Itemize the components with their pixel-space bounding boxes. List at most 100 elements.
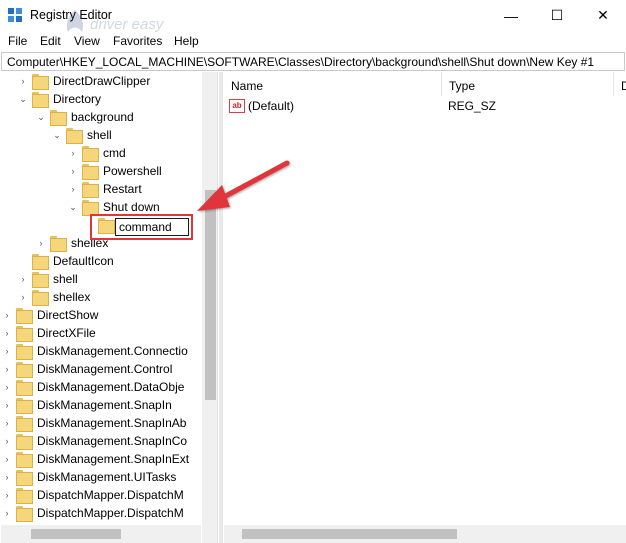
annotation-highlight-box	[90, 214, 193, 240]
tree-item[interactable]: › cmd	[1, 144, 201, 162]
folder-icon	[32, 254, 49, 270]
expand-chevron-icon[interactable]: ›	[2, 309, 12, 321]
collapse-chevron-icon[interactable]: ⌄	[36, 111, 46, 123]
expand-chevron-icon[interactable]: ›	[2, 417, 12, 429]
expand-chevron-icon[interactable]: ›	[18, 75, 28, 87]
tree-item[interactable]: › DispatchMapper.DispatchM	[1, 486, 201, 504]
tree-item[interactable]: › DiskManagement.Connectio	[1, 342, 201, 360]
menu-help[interactable]: Help	[174, 34, 199, 48]
folder-icon	[16, 326, 33, 342]
tree-item[interactable]: › DiskManagement.SnapInAb	[1, 414, 201, 432]
expand-chevron-icon[interactable]: ›	[2, 363, 12, 375]
maximize-button[interactable]: ☐	[534, 0, 580, 31]
folder-icon	[82, 164, 99, 180]
no-expander	[18, 255, 28, 267]
folder-icon	[16, 434, 33, 450]
tree-hscroll-thumb[interactable]	[31, 529, 121, 539]
tree-item[interactable]: › Powershell	[1, 162, 201, 180]
tree-item[interactable]: › DiskManagement.Control	[1, 360, 201, 378]
tree-item[interactable]: › DirectDrawClipper	[1, 72, 201, 90]
menu-file[interactable]: File	[8, 34, 27, 48]
address-bar[interactable]: Computer\HKEY_LOCAL_MACHINE\SOFTWARE\Cla…	[1, 52, 625, 71]
tree-item-label: DiskManagement.DataObje	[37, 380, 185, 394]
column-header-name[interactable]: Name	[224, 72, 442, 96]
folder-icon	[50, 110, 67, 126]
folder-icon	[16, 416, 33, 432]
folder-icon	[50, 236, 67, 252]
tree-item[interactable]: ⌄ shell	[1, 126, 201, 144]
folder-icon	[32, 290, 49, 306]
tree-item[interactable]: › DispatchMapper.DispatchM	[1, 504, 201, 522]
tree-item[interactable]: › DiskManagement.SnapInExt	[1, 450, 201, 468]
folder-icon	[16, 380, 33, 396]
expand-chevron-icon[interactable]: ›	[68, 165, 78, 177]
tree-item-label: Directory	[53, 92, 102, 106]
tree-item[interactable]: › DirectXFile	[1, 324, 201, 342]
expand-chevron-icon[interactable]: ›	[2, 507, 12, 519]
values-horizontal-scrollbar[interactable]	[224, 525, 626, 543]
collapse-chevron-icon[interactable]: ⌄	[18, 93, 28, 105]
folder-icon	[16, 470, 33, 486]
expand-chevron-icon[interactable]: ›	[2, 381, 12, 393]
tree-item[interactable]: › DiskManagement.SnapIn	[1, 396, 201, 414]
minimize-button[interactable]: —	[488, 0, 534, 31]
expand-chevron-icon[interactable]: ›	[2, 471, 12, 483]
expand-chevron-icon[interactable]: ›	[2, 327, 12, 339]
folder-icon	[66, 128, 83, 144]
tree-horizontal-scrollbar[interactable]	[1, 525, 201, 543]
tree-item-label: Shut down	[103, 200, 160, 214]
expand-chevron-icon[interactable]: ›	[18, 291, 28, 303]
expand-chevron-icon[interactable]: ›	[68, 183, 78, 195]
expand-chevron-icon[interactable]: ›	[2, 399, 12, 411]
value-row[interactable]: ab (Default) REG_SZ	[224, 97, 624, 115]
expand-chevron-icon[interactable]: ›	[2, 453, 12, 465]
tree-item-label: DirectDrawClipper	[53, 74, 151, 88]
tree-item-label: Restart	[103, 182, 142, 196]
column-header-type[interactable]: Type	[442, 72, 614, 96]
collapse-chevron-icon[interactable]: ⌄	[52, 129, 62, 141]
column-header-data[interactable]: D	[614, 72, 626, 96]
values-hscroll-thumb[interactable]	[242, 529, 457, 539]
menu-favorites[interactable]: Favorites	[113, 34, 162, 48]
tree-item[interactable]: ⌄ background	[1, 108, 201, 126]
tree-item[interactable]: › DiskManagement.DataObje	[1, 378, 201, 396]
tree-item-label: DiskManagement.SnapInAb	[37, 416, 187, 430]
tree-vscroll-thumb[interactable]	[205, 190, 216, 400]
folder-icon	[32, 92, 49, 108]
expand-chevron-icon[interactable]: ›	[2, 489, 12, 501]
folder-icon	[16, 452, 33, 468]
tree-item[interactable]: › DirectShow	[1, 306, 201, 324]
folder-icon	[16, 362, 33, 378]
string-value-icon: ab	[229, 99, 245, 113]
tree-item[interactable]: › shell	[1, 270, 201, 288]
tree-item-label: DispatchMapper.DispatchM	[37, 506, 184, 520]
tree-item[interactable]: ⌄ Directory	[1, 90, 201, 108]
tree-item-label: DiskManagement.UITasks	[37, 470, 177, 484]
tree-item-label: background	[71, 110, 134, 124]
folder-icon	[16, 398, 33, 414]
tree-item[interactable]: › shellex	[1, 288, 201, 306]
key-tree-pane[interactable]: › DirectDrawClipper ⌄ Directory ⌄ background ⌄…	[1, 72, 218, 543]
tree-item[interactable]: DefaultIcon	[1, 252, 201, 270]
expand-chevron-icon[interactable]: ›	[18, 273, 28, 285]
expand-chevron-icon[interactable]: ›	[2, 435, 12, 447]
tree-item-label: Powershell	[103, 164, 162, 178]
tree-item-label: shell	[87, 128, 112, 142]
folder-icon	[82, 182, 99, 198]
pane-splitter[interactable]	[219, 72, 223, 543]
close-button[interactable]: ✕	[580, 0, 626, 31]
expand-chevron-icon[interactable]: ›	[68, 147, 78, 159]
expand-chevron-icon[interactable]: ›	[2, 345, 12, 357]
collapse-chevron-icon[interactable]: ⌄	[68, 201, 78, 213]
values-list-pane[interactable]: Name Type D ab (Default) REG_SZ	[224, 72, 626, 543]
menu-edit[interactable]: Edit	[40, 34, 61, 48]
tree-item-label: DiskManagement.Connectio	[37, 344, 188, 358]
tree-item[interactable]: › DiskManagement.UITasks	[1, 468, 201, 486]
tree-item-label: DiskManagement.SnapInExt	[37, 452, 190, 466]
tree-item[interactable]: › DiskManagement.SnapInCo	[1, 432, 201, 450]
expand-chevron-icon[interactable]: ›	[36, 237, 46, 249]
menu-view[interactable]: View	[74, 34, 100, 48]
tree-item-label: DirectXFile	[37, 326, 96, 340]
tree-vertical-scrollbar[interactable]	[202, 72, 217, 543]
tree-item[interactable]: › Restart	[1, 180, 201, 198]
